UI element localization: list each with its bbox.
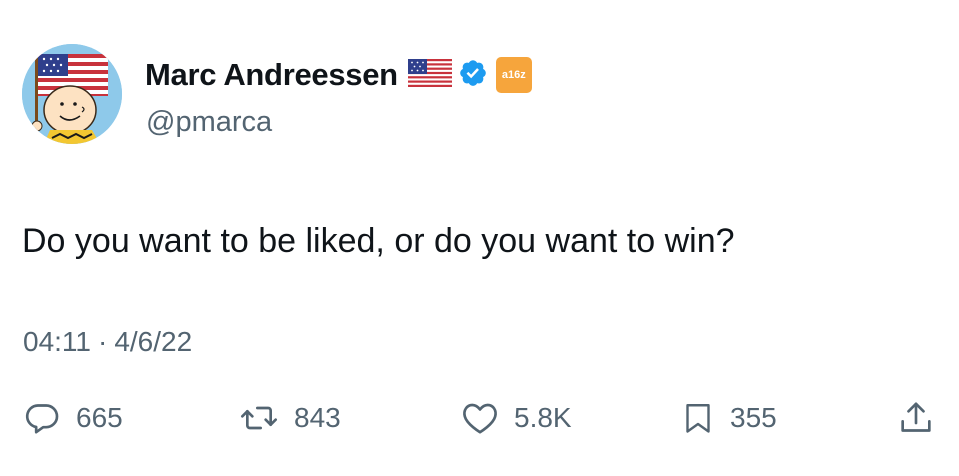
bookmark-icon — [680, 398, 716, 438]
action-bar: 665 843 5.8K 355 — [0, 390, 959, 446]
bookmark-button[interactable]: 355 — [680, 390, 777, 446]
reply-button[interactable]: 665 — [22, 390, 123, 446]
repost-count: 843 — [294, 402, 341, 433]
tweet-text: Do you want to be liked, or do you want … — [22, 222, 735, 260]
repost-button[interactable]: 843 — [238, 390, 341, 446]
tweet-date: 4/6/22 — [114, 326, 193, 357]
share-icon — [896, 398, 936, 438]
repost-icon — [238, 398, 280, 438]
bookmark-count: 355 — [730, 402, 777, 433]
meta-separator: · — [98, 326, 108, 357]
affiliate-badge[interactable]: a16z — [495, 57, 532, 93]
like-count: 5.8K — [514, 402, 572, 433]
reply-icon — [22, 398, 62, 438]
like-button[interactable]: 5.8K — [460, 390, 572, 446]
heart-icon — [460, 398, 500, 438]
avatar-image — [22, 44, 122, 144]
verified-checkmark-icon[interactable] — [458, 58, 488, 93]
tweet-card: Marc Andreessen a16z @pmarca Do you want… — [0, 0, 959, 476]
author-handle[interactable]: @pmarca — [146, 106, 272, 139]
display-name[interactable]: Marc Andreessen — [145, 57, 398, 93]
tweet-time: 04:11 — [23, 326, 91, 357]
reply-count: 665 — [76, 402, 123, 433]
avatar[interactable] — [22, 44, 122, 144]
tweet-timestamp[interactable]: 04:11 · 4/6/22 — [23, 326, 192, 358]
share-button[interactable] — [896, 390, 936, 446]
author-name-row: Marc Andreessen a16z — [145, 55, 532, 95]
us-flag-icon — [407, 58, 452, 92]
